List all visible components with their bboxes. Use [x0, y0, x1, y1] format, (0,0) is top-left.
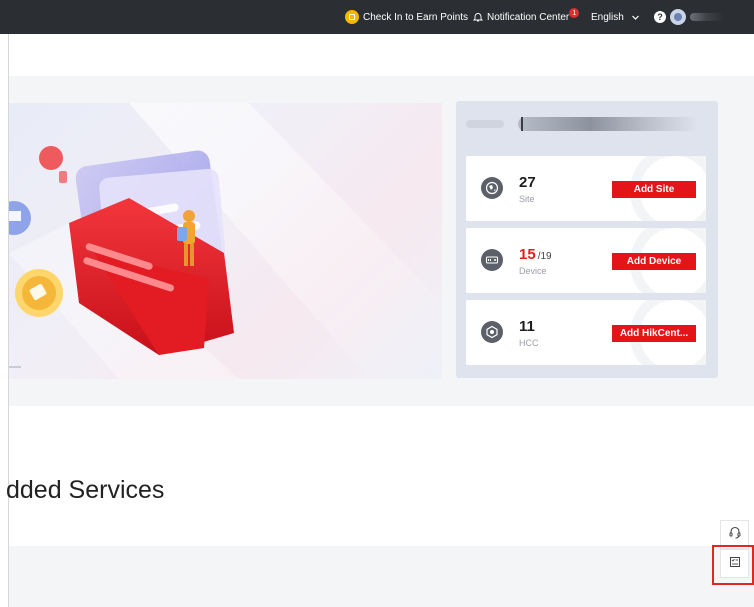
notification-center-link[interactable]: Notification Center 1 [472, 0, 580, 34]
bell-icon [472, 12, 484, 22]
device-total: /19 [537, 251, 552, 262]
coin-icon [345, 10, 359, 24]
checkin-link[interactable]: Check In to Earn Points [345, 0, 468, 34]
top-bar: Check In to Earn Points Notification Cen… [0, 0, 754, 34]
hcc-icon [481, 321, 503, 343]
hero-illustration [9, 103, 442, 379]
site-count: 27 [519, 174, 536, 191]
language-label: English [591, 11, 624, 23]
notification-label: Notification Center [487, 11, 570, 23]
section-title: dded Services [6, 476, 165, 504]
add-site-button[interactable]: Add Site [612, 181, 696, 198]
checkin-label: Check In to Earn Points [363, 11, 469, 23]
device-card: 15/19 Device Add Device [466, 228, 706, 293]
hcc-count: 11 [519, 318, 535, 335]
globe-icon [481, 177, 503, 199]
help-button[interactable]: ? [654, 0, 666, 34]
site-card: 27 Site Add Site [466, 156, 706, 221]
language-selector[interactable]: English [591, 0, 640, 34]
user-menu[interactable] [670, 0, 724, 34]
add-device-button[interactable]: Add Device [612, 253, 696, 270]
stats-panel: 27 Site Add Site 15/19 Device Add Device… [456, 101, 718, 378]
device-label: Device [519, 266, 547, 276]
services-band [9, 546, 754, 607]
site-label: Site [519, 194, 535, 204]
username-redacted [690, 13, 724, 21]
device-icon [481, 249, 503, 271]
hcc-label: HCC [519, 338, 539, 348]
chevron-down-icon [631, 13, 640, 22]
account-name-redacted [466, 117, 698, 131]
notification-badge: 1 [569, 8, 580, 18]
page: Check In to Earn Points Notification Cen… [0, 0, 754, 607]
help-icon: ? [654, 11, 666, 23]
highlight-box [712, 545, 754, 585]
hcc-card: 11 HCC Add HikCent... [466, 300, 706, 365]
headset-icon [728, 525, 742, 544]
avatar-icon [670, 9, 686, 25]
add-hikcentral-button[interactable]: Add HikCent... [612, 325, 696, 342]
device-count: 15/19 [519, 246, 552, 263]
